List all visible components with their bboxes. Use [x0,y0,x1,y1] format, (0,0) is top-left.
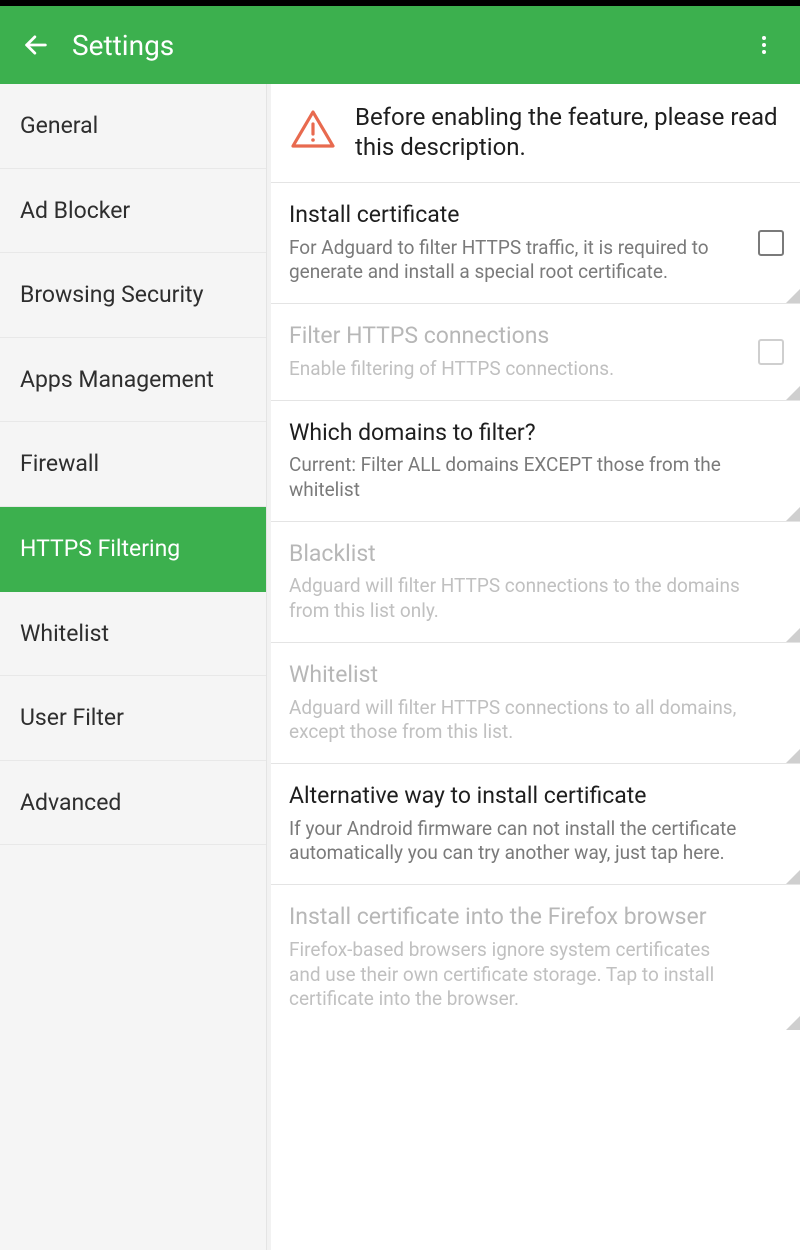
sidebar: General Ad Blocker Browsing Security App… [0,84,267,1250]
setting-description: Adguard will filter HTTPS connections to… [289,696,740,745]
sidebar-item-label: HTTPS Filtering [20,535,180,562]
sidebar-item-label: Firewall [20,450,99,477]
setting-which-domains[interactable]: Which domains to filter? Current: Filter… [271,400,800,521]
setting-title: Whitelist [289,661,740,690]
setting-description: Enable filtering of HTTPS connections. [289,357,740,382]
setting-alt-install[interactable]: Alternative way to install certificate I… [271,763,800,884]
filter-https-checkbox [758,339,784,365]
setting-title: Alternative way to install certificate [289,782,740,811]
sidebar-item-firewall[interactable]: Firewall [0,422,266,507]
back-button[interactable] [18,27,54,63]
sidebar-item-apps-management[interactable]: Apps Management [0,338,266,423]
sidebar-item-label: User Filter [20,704,124,731]
setting-description: Firefox-based browsers ignore system cer… [289,938,740,1012]
setting-filter-https: Filter HTTPS connections Enable filterin… [271,303,800,399]
app-bar: Settings [0,6,800,84]
install-certificate-checkbox[interactable] [758,230,784,256]
content-panel: Before enabling the feature, please read… [267,84,800,1250]
sidebar-item-ad-blocker[interactable]: Ad Blocker [0,169,266,254]
sidebar-item-https-filtering[interactable]: HTTPS Filtering [0,507,266,592]
arrow-left-icon [22,31,50,59]
setting-description: Adguard will filter HTTPS connections to… [289,574,740,623]
setting-firefox-cert: Install certificate into the Firefox bro… [271,884,800,1030]
sidebar-item-label: Ad Blocker [20,197,130,224]
warning-triangle-icon [289,106,337,154]
sidebar-item-label: Whitelist [20,620,109,647]
setting-title: Which domains to filter? [289,419,740,448]
setting-title: Install certificate into the Firefox bro… [289,903,740,932]
sidebar-item-whitelist[interactable]: Whitelist [0,592,266,677]
setting-description: Current: Filter ALL domains EXCEPT those… [289,453,740,502]
sidebar-item-label: Browsing Security [20,281,203,308]
sidebar-item-advanced[interactable]: Advanced [0,761,266,846]
warning-banner[interactable]: Before enabling the feature, please read… [271,84,800,182]
sidebar-item-user-filter[interactable]: User Filter [0,676,266,761]
sidebar-item-label: General [20,112,98,139]
setting-description: If your Android firmware can not install… [289,817,740,866]
sidebar-item-general[interactable]: General [0,84,266,169]
warning-message: Before enabling the feature, please read… [355,102,782,162]
setting-description: For Adguard to filter HTTPS traffic, it … [289,236,740,285]
more-vert-icon [752,33,776,57]
setting-blacklist: Blacklist Adguard will filter HTTPS conn… [271,521,800,642]
setting-install-certificate[interactable]: Install certificate For Adguard to filte… [271,182,800,303]
setting-title: Filter HTTPS connections [289,322,740,351]
sidebar-item-label: Advanced [20,789,121,816]
setting-title: Install certificate [289,201,740,230]
sidebar-item-label: Apps Management [20,366,214,393]
sidebar-item-browsing-security[interactable]: Browsing Security [0,253,266,338]
more-button[interactable] [746,27,782,63]
setting-whitelist: Whitelist Adguard will filter HTTPS conn… [271,642,800,763]
setting-title: Blacklist [289,540,740,569]
page-title: Settings [72,29,746,62]
